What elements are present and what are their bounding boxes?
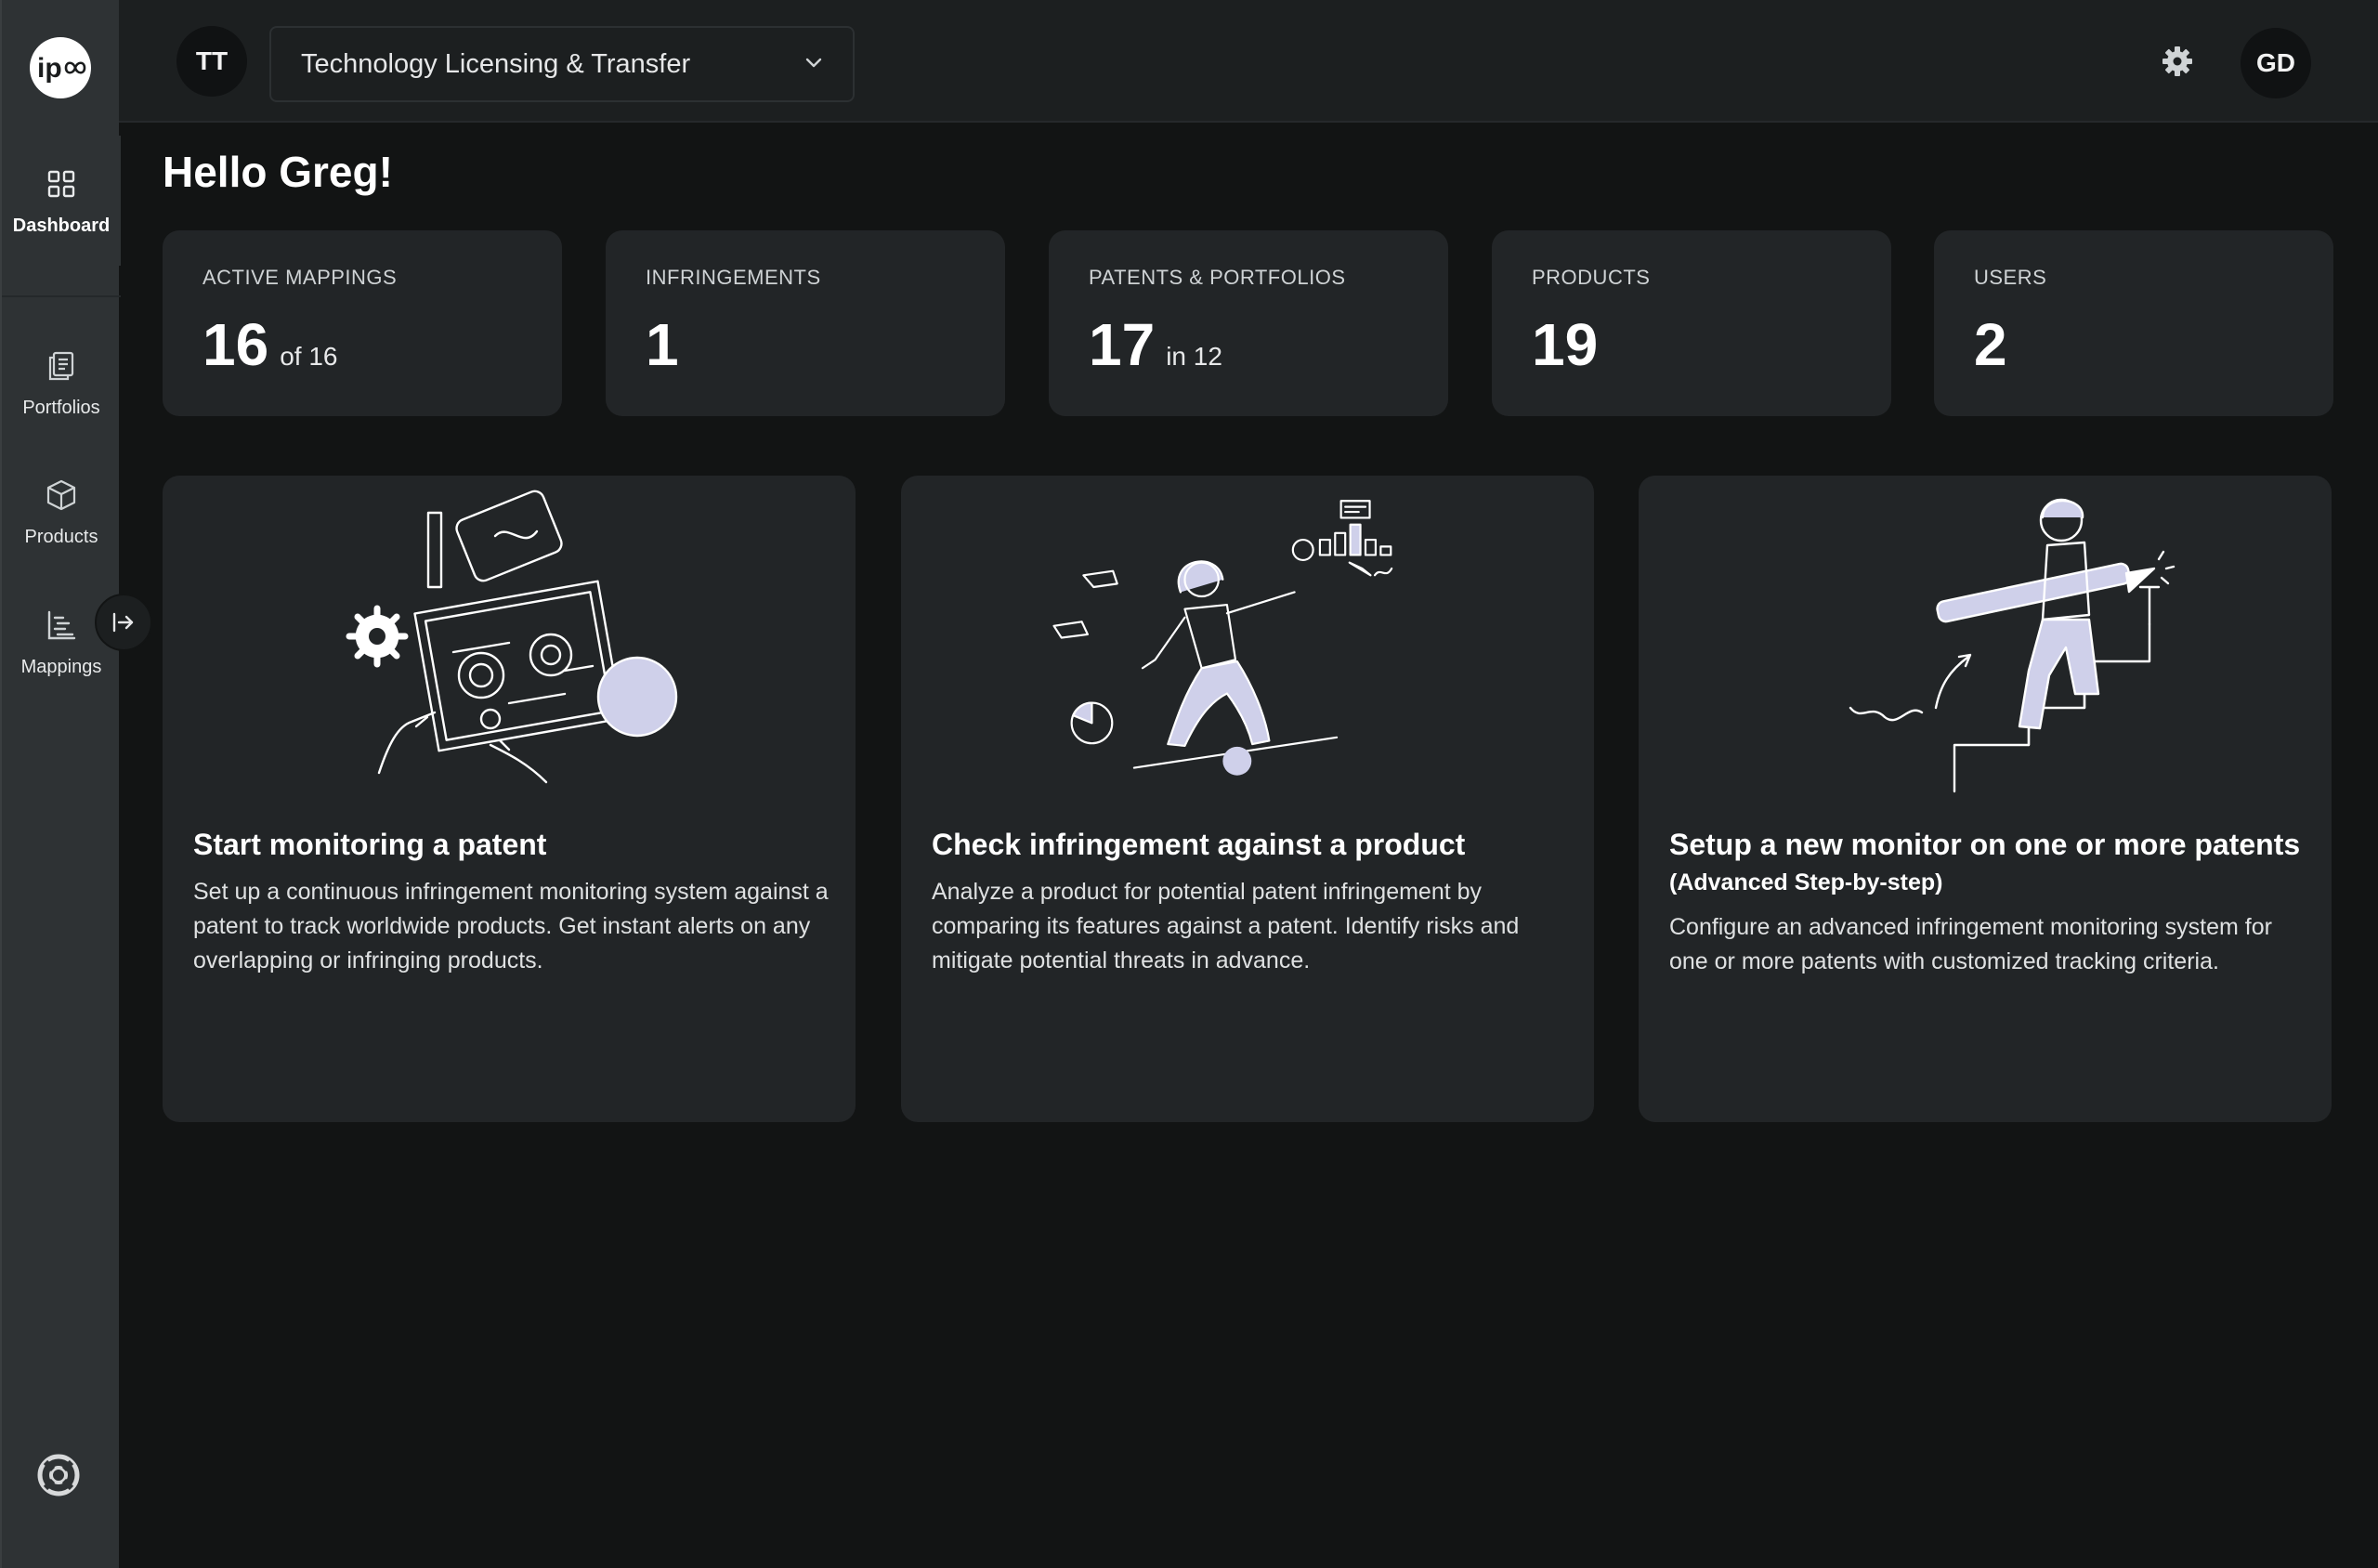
documents-icon (43, 347, 80, 385)
stat-value: 17 (1089, 311, 1156, 378)
sidebar: ip Dashboard Portfolios Products Mapping… (0, 0, 121, 1568)
stat-label: USERS (1974, 266, 2047, 289)
action-card-start-monitoring[interactable]: Start monitoring a patent Set up a conti… (163, 476, 856, 1122)
sidebar-item-portfolios[interactable]: Portfolios (2, 318, 121, 448)
sidebar-item-label: Dashboard (12, 215, 111, 236)
stat-card-patents-portfolios[interactable]: PATENTS & PORTFOLIOS 17 in 12 (1049, 230, 1448, 416)
action-title-suffix: (Advanced Step-by-step) (1669, 869, 1943, 895)
action-description: Configure an advanced infringement monit… (1669, 914, 2272, 974)
sidebar-item-label: Products (24, 526, 98, 547)
sidebar-item-label: Mappings (20, 656, 102, 677)
sidebar-collapse-button[interactable] (95, 594, 152, 651)
action-title-text: Setup a new monitor on one or more paten… (1669, 828, 2301, 861)
stat-card-products[interactable]: PRODUCTS 19 (1492, 230, 1891, 416)
chevron-down-icon (805, 58, 822, 68)
grid-icon (43, 165, 80, 203)
stat-suffix: in 12 (1166, 342, 1222, 371)
stat-card-users[interactable]: USERS 2 (1934, 230, 2333, 416)
action-title: Start monitoring a patent (193, 828, 547, 861)
stairs-pencil-illustration (1849, 498, 2175, 793)
action-title: Setup a new monitor on one or more paten… (1669, 827, 2310, 900)
top-header: TT Technology Licensing & Transfer GD (119, 0, 2378, 123)
gear-icon (2162, 46, 2192, 76)
expand-arrow-icon (112, 612, 134, 633)
stat-suffix: of 16 (280, 342, 338, 371)
app-root: ip Dashboard Portfolios Products Mapping… (0, 0, 2378, 1568)
stat-label: INFRINGEMENTS (646, 266, 821, 289)
app-logo[interactable]: ip (30, 37, 91, 98)
stat-card-active-mappings[interactable]: ACTIVE MAPPINGS 16 of 16 (163, 230, 562, 416)
mappings-icon (43, 607, 80, 644)
logo-icon: ip (37, 53, 86, 84)
stat-value: 2 (1974, 311, 2007, 378)
balancing-analyst-illustration (1052, 500, 1393, 776)
action-description: Analyze a product for potential patent i… (932, 879, 1520, 973)
stat-value: 16 (203, 311, 269, 378)
settings-button[interactable] (2161, 45, 2194, 78)
organization-name: Technology Licensing & Transfer (301, 48, 691, 79)
organization-select[interactable]: Technology Licensing & Transfer (269, 26, 855, 102)
action-description: Set up a continuous infringement monitor… (193, 879, 829, 973)
stat-card-infringements[interactable]: INFRINGEMENTS 1 (606, 230, 1005, 416)
stat-label: ACTIVE MAPPINGS (203, 266, 398, 289)
action-title: Check infringement against a product (932, 828, 1466, 861)
page-greeting: Hello Greg! (163, 148, 393, 196)
blueprint-gears-illustration (346, 490, 678, 784)
sidebar-divider (2, 295, 121, 297)
user-avatar[interactable]: GD (2241, 28, 2311, 98)
stat-value: 19 (1532, 311, 1599, 378)
sidebar-item-products[interactable]: Products (2, 447, 121, 577)
svg-text:ip: ip (37, 53, 62, 84)
org-avatar[interactable]: TT (176, 26, 247, 97)
action-card-setup-monitor[interactable]: Setup a new monitor on one or more paten… (1639, 476, 2332, 1122)
box-icon (43, 477, 80, 514)
lifebuoy-icon[interactable] (37, 1454, 80, 1496)
action-card-check-infringement[interactable]: Check infringement against a product Ana… (901, 476, 1594, 1122)
stat-value: 1 (646, 311, 679, 378)
sidebar-item-dashboard[interactable]: Dashboard (2, 136, 121, 266)
sidebar-item-label: Portfolios (22, 397, 100, 418)
stat-label: PATENTS & PORTFOLIOS (1089, 266, 1346, 289)
stat-label: PRODUCTS (1532, 266, 1651, 289)
